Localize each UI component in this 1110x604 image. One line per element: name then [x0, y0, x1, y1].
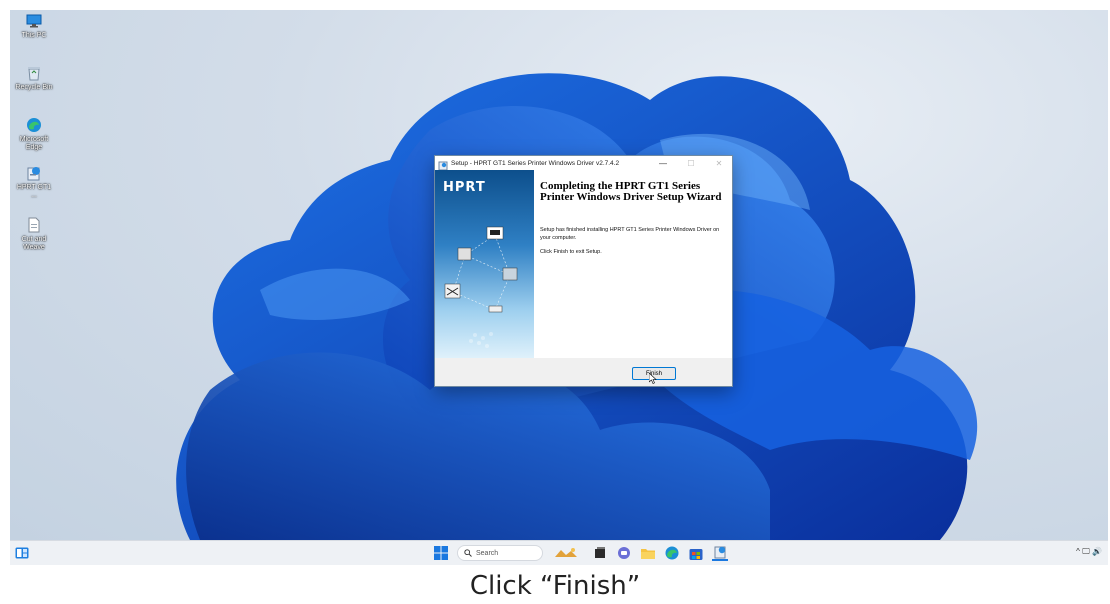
taskbar-search[interactable]: Search [457, 545, 543, 561]
dialog-titlebar[interactable]: Setup - HPRT GT1 Series Printer Windows … [435, 156, 732, 171]
close-button: ✕ [715, 158, 723, 168]
this-pc-icon [25, 12, 43, 30]
desktop-icon-label: Microsoft Edge [19, 136, 49, 151]
wizard-exit-hint: Click Finish to exit Setup. [540, 249, 602, 255]
screen: This PC Recycle Bin Microsoft Edge HPRT … [0, 0, 1110, 604]
setup-app-icon [438, 158, 448, 171]
system-tray[interactable]: ^ 🖵 🔊 [1076, 547, 1102, 557]
wizard-heading: Completing the HPRT GT1 Series Printer W… [540, 180, 722, 203]
wizard-message: Setup has finished installing HPRT GT1 S… [540, 227, 720, 241]
recycle-bin-icon [25, 64, 43, 82]
setup-dialog: Setup - HPRT GT1 Series Printer Windows … [434, 155, 733, 387]
search-icon [464, 549, 472, 557]
widgets-weather-icon[interactable] [552, 545, 580, 561]
desktop-icon-label: This PC [21, 32, 47, 39]
setup-taskbar-icon[interactable] [712, 545, 728, 561]
search-placeholder: Search [476, 549, 499, 557]
desktop-icon-edge[interactable]: Microsoft Edge [14, 116, 54, 152]
desktop-icon-label: Cut and Weave [21, 236, 47, 251]
teams-chat-icon[interactable] [616, 545, 632, 561]
network-illustration [444, 226, 518, 348]
desktop-icon-label: HPRT GT1 ... [16, 184, 52, 199]
file-explorer-icon[interactable] [640, 545, 656, 561]
installer-icon [25, 164, 43, 182]
widgets-icon[interactable] [14, 545, 30, 561]
wizard-side-image: HPRT [435, 170, 534, 358]
desktop-icon-installer[interactable]: HPRT GT1 ... [14, 164, 54, 200]
task-view-icon[interactable] [592, 545, 608, 561]
maximize-button: ☐ [687, 158, 695, 168]
desktop-icon-document[interactable]: Cut and Weave [14, 216, 54, 252]
desktop-icon-label: Recycle Bin [15, 84, 53, 91]
store-icon[interactable] [688, 545, 704, 561]
taskbar: Search ^ 🖵 🔊 [10, 540, 1108, 565]
document-icon [25, 216, 43, 234]
edge-taskbar-icon[interactable] [664, 545, 680, 561]
hprt-logo: HPRT [443, 180, 486, 195]
wizard-content: Completing the HPRT GT1 Series Printer W… [534, 170, 732, 358]
desktop-icon-recycle-bin[interactable]: Recycle Bin [14, 64, 54, 92]
mouse-cursor-icon [649, 373, 657, 384]
edge-icon [25, 116, 43, 134]
desktop-icon-this-pc[interactable]: This PC [14, 12, 54, 40]
instruction-caption: Click “Finish” [469, 571, 641, 601]
start-icon[interactable] [433, 545, 449, 561]
dialog-title: Setup - HPRT GT1 Series Printer Windows … [451, 159, 620, 167]
minimize-button[interactable]: — [653, 156, 673, 170]
